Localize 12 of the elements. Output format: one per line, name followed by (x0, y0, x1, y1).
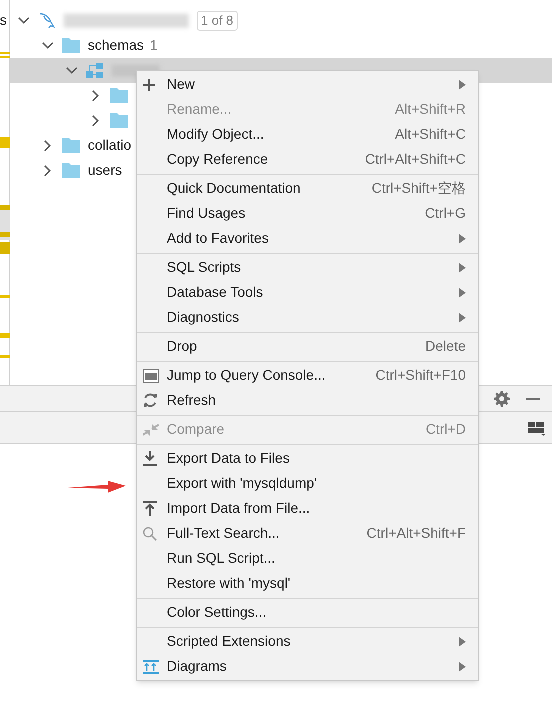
cut-text: s (0, 11, 8, 30)
shortcut-text: Alt+Shift+R (395, 100, 466, 119)
shortcut-text: Alt+Shift+C (395, 125, 466, 144)
count-badge: 1 of 8 (197, 10, 238, 30)
shortcut-text: Ctrl+Shift+F10 (376, 366, 466, 385)
shortcut-text: Delete (426, 337, 466, 356)
shortcut-text: Ctrl+Alt+Shift+F (366, 524, 466, 543)
shortcut-text: Ctrl+G (425, 204, 466, 223)
shortcut-text: Ctrl+D (426, 420, 466, 439)
item-count: 1 (150, 36, 158, 55)
shortcut-text: Ctrl+Shift+空格 (372, 179, 466, 198)
shortcut-text: Ctrl+Alt+Shift+C (365, 150, 466, 169)
